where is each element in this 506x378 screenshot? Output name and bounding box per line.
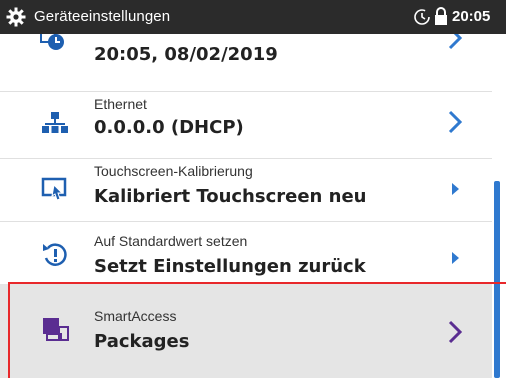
network-icon xyxy=(42,112,68,133)
list-item-touchscreen-calibration[interactable]: Touchscreen-Kalibrierung Kalibriert Touc… xyxy=(0,159,492,221)
reset-icon xyxy=(43,243,67,266)
chevron-right-icon xyxy=(448,110,463,134)
datetime-icon xyxy=(40,34,64,50)
ethernet-label: Ethernet xyxy=(94,96,147,112)
list-item-ethernet[interactable]: Ethernet 0.0.0.0 (DHCP) xyxy=(0,92,492,152)
chevron-right-icon xyxy=(448,34,463,50)
touchscreen-value: Kalibriert Touchscreen neu xyxy=(94,186,367,207)
touchscreen-label: Touchscreen-Kalibrierung xyxy=(94,163,253,179)
lock-icon xyxy=(435,7,447,25)
gear-icon xyxy=(6,7,26,27)
timer-icon xyxy=(414,9,430,25)
touchscreen-icon xyxy=(41,177,67,201)
highlight-outline xyxy=(8,282,506,378)
list-item-reset-defaults[interactable]: Auf Standardwert setzen Setzt Einstellun… xyxy=(0,222,492,284)
ethernet-value: 0.0.0.0 (DHCP) xyxy=(94,117,244,138)
reset-value: Setzt Einstellungen zurück xyxy=(94,256,366,277)
page-title: Geräteeinstellungen xyxy=(34,8,171,25)
clock: 20:05 xyxy=(452,8,491,25)
play-right-icon xyxy=(452,183,459,195)
list-item-datetime[interactable]: 20:05, 08/02/2019 xyxy=(0,34,492,79)
reset-label: Auf Standardwert setzen xyxy=(94,233,248,249)
datetime-value: 20:05, 08/02/2019 xyxy=(94,44,278,65)
title-bar: Geräteeinstellungen 20:05 xyxy=(0,0,506,34)
play-right-icon xyxy=(452,252,459,264)
